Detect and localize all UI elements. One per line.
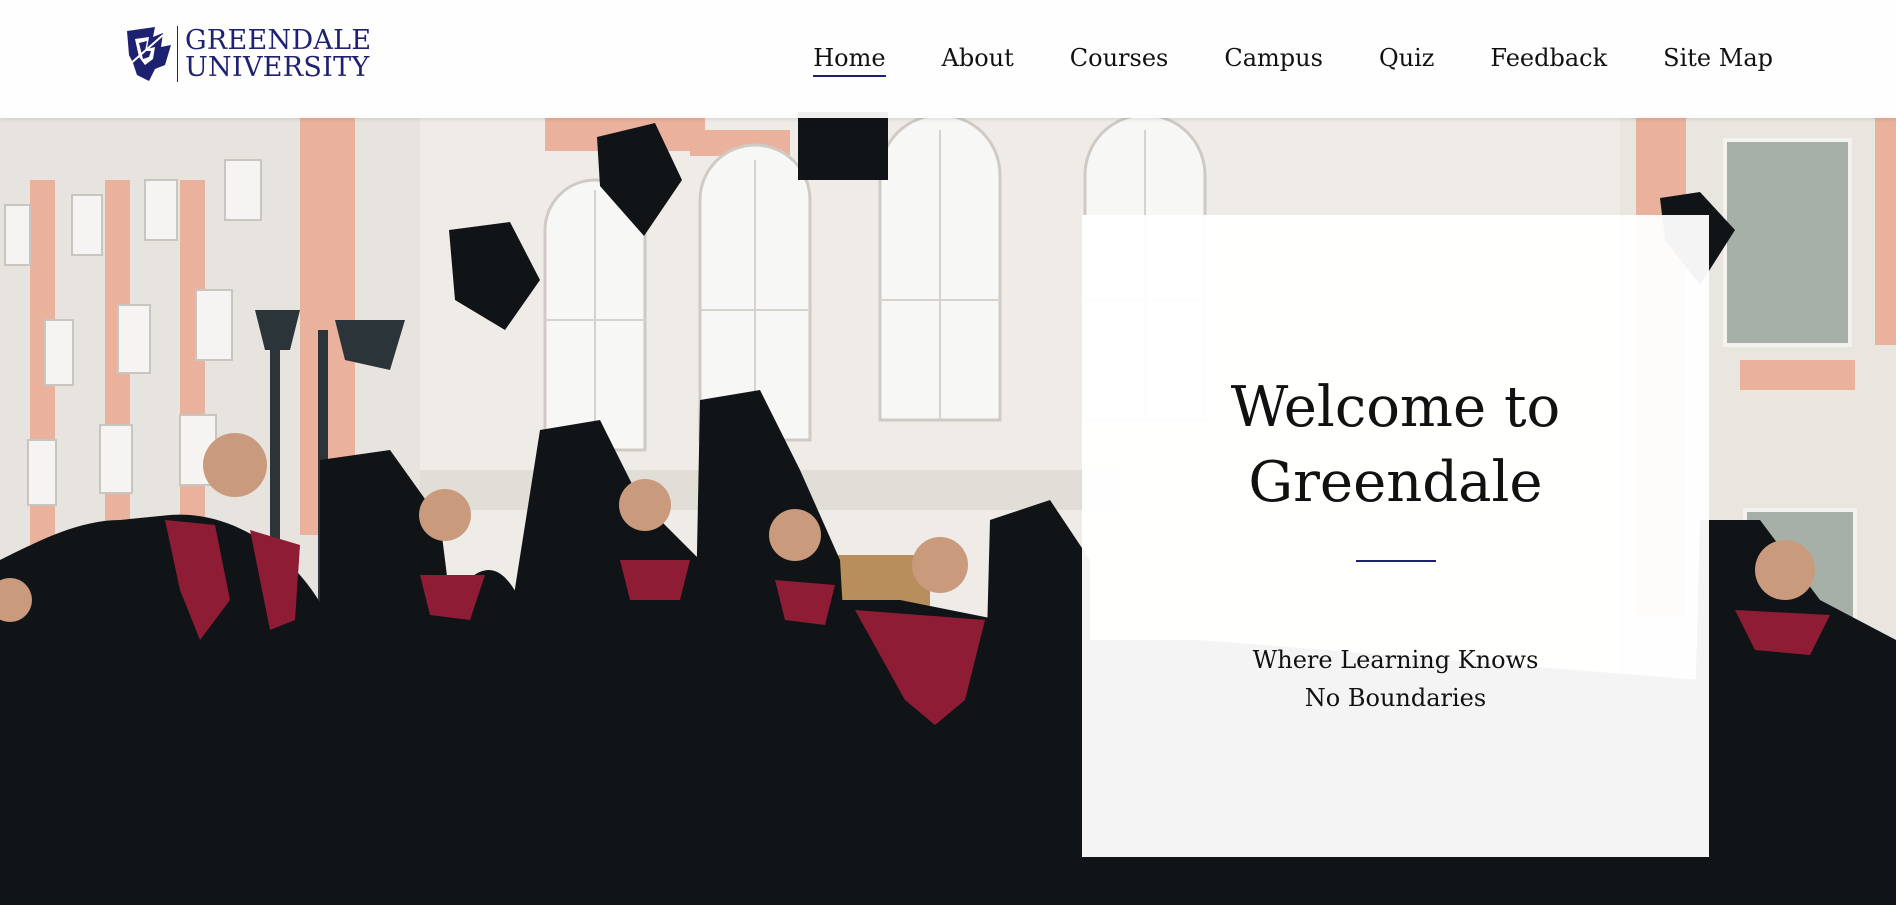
logo-divider: [177, 26, 178, 82]
nav-about[interactable]: About: [942, 40, 1014, 76]
welcome-subtitle-line-2: No Boundaries: [1304, 684, 1487, 712]
nav-courses[interactable]: Courses: [1070, 40, 1169, 76]
logo-line-1: GREENDALE: [185, 25, 372, 56]
main-nav: Home About Courses Campus Quiz Feedback …: [813, 40, 1773, 77]
welcome-title: Welcome to Greendale: [1082, 370, 1709, 520]
title-divider: [1355, 560, 1436, 562]
nav-campus[interactable]: Campus: [1224, 40, 1323, 76]
site-header: GREENDALE UNIVERSITY Home About Courses …: [0, 0, 1896, 118]
welcome-subtitle-line-1: Where Learning Knows: [1252, 646, 1539, 674]
welcome-card: Welcome to Greendale Where Learning Know…: [1082, 215, 1709, 857]
university-crest-icon: [127, 27, 171, 81]
logo-wordmark: GREENDALE UNIVERSITY: [185, 27, 371, 81]
nav-site-map[interactable]: Site Map: [1663, 40, 1773, 76]
site-logo[interactable]: GREENDALE UNIVERSITY: [125, 25, 371, 83]
welcome-title-line-2: Greendale: [1248, 450, 1543, 515]
nav-feedback[interactable]: Feedback: [1490, 40, 1607, 76]
nav-quiz[interactable]: Quiz: [1379, 40, 1434, 76]
nav-home[interactable]: Home: [813, 40, 886, 77]
logo-line-2: UNIVERSITY: [185, 52, 370, 83]
welcome-title-line-1: Welcome to: [1230, 375, 1561, 440]
welcome-subtitle: Where Learning Knows No Boundaries: [1253, 641, 1539, 717]
